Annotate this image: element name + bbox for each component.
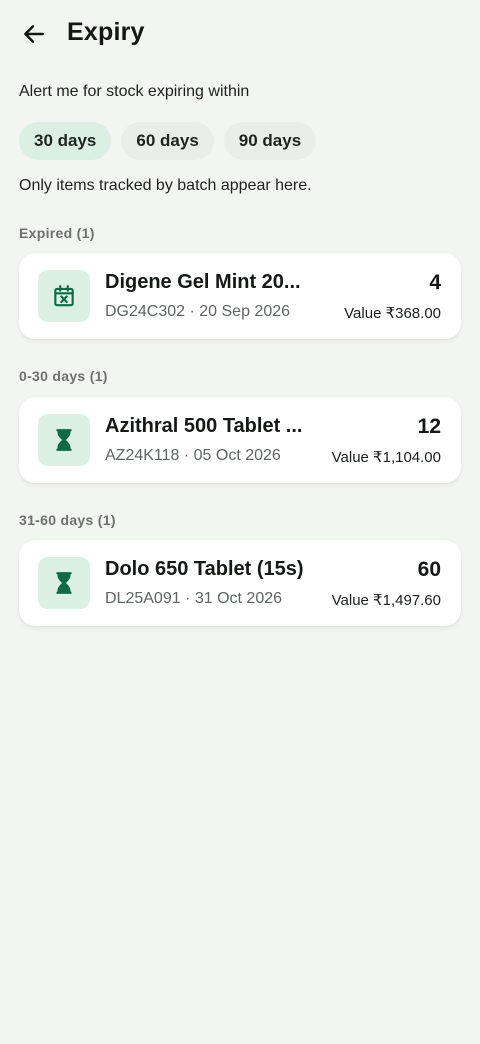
item-name: Azithral 500 Tablet ... — [105, 415, 303, 437]
expiry-item-card[interactable]: Azithral 500 Tablet ... AZ24K118 · 05 Oc… — [19, 397, 461, 483]
back-button[interactable] — [14, 14, 54, 54]
section-label-31-60-days: 31-60 days (1) — [19, 512, 116, 528]
chip-90-days[interactable]: 90 days — [223, 122, 317, 160]
item-batch-expiry: AZ24K118 · 05 Oct 2026 — [105, 447, 281, 464]
calendar-x-icon — [54, 285, 74, 307]
arrow-left-icon — [24, 25, 44, 43]
item-quantity: 12 — [417, 415, 441, 438]
item-value: Value ₹368.00 — [344, 305, 441, 322]
chip-label: 60 days — [136, 131, 199, 150]
hourglass-icon — [56, 572, 72, 594]
item-name: Dolo 650 Tablet (15s) — [105, 558, 304, 580]
item-icon-box — [38, 414, 90, 466]
alert-window-chips: 30 days 60 days 90 days — [19, 122, 317, 160]
item-value: Value ₹1,104.00 — [331, 449, 441, 466]
item-batch-expiry: DL25A091 · 31 Oct 2026 — [105, 590, 283, 607]
top-bar: Expiry — [0, 0, 480, 68]
expiry-item-card[interactable]: Digene Gel Mint 20... DG24C302 · 20 Sep … — [19, 253, 461, 339]
chip-label: 30 days — [34, 131, 97, 150]
chip-60-days[interactable]: 60 days — [121, 122, 214, 160]
item-batch-expiry: DG24C302 · 20 Sep 2026 — [105, 303, 291, 320]
section-label-0-30-days: 0-30 days (1) — [19, 368, 108, 384]
expiry-screen: Expiry Alert me for stock expiring withi… — [0, 0, 480, 1044]
item-value: Value ₹1,497.60 — [331, 592, 441, 609]
chip-30-days[interactable]: 30 days — [19, 122, 112, 160]
section-label-expired: Expired (1) — [19, 225, 95, 241]
item-quantity: 60 — [417, 558, 441, 581]
item-icon-box — [38, 557, 90, 609]
item-quantity: 4 — [429, 271, 441, 294]
item-icon-box — [38, 270, 90, 322]
hourglass-icon — [56, 429, 72, 451]
page-title: Expiry — [67, 18, 145, 46]
chip-label: 90 days — [238, 131, 302, 150]
batch-tracking-note: Only items tracked by batch appear here. — [19, 177, 312, 194]
expiry-item-card[interactable]: Dolo 650 Tablet (15s) DL25A091 · 31 Oct … — [19, 540, 461, 626]
item-name: Digene Gel Mint 20... — [105, 271, 301, 293]
alert-window-label: Alert me for stock expiring within — [19, 83, 250, 100]
